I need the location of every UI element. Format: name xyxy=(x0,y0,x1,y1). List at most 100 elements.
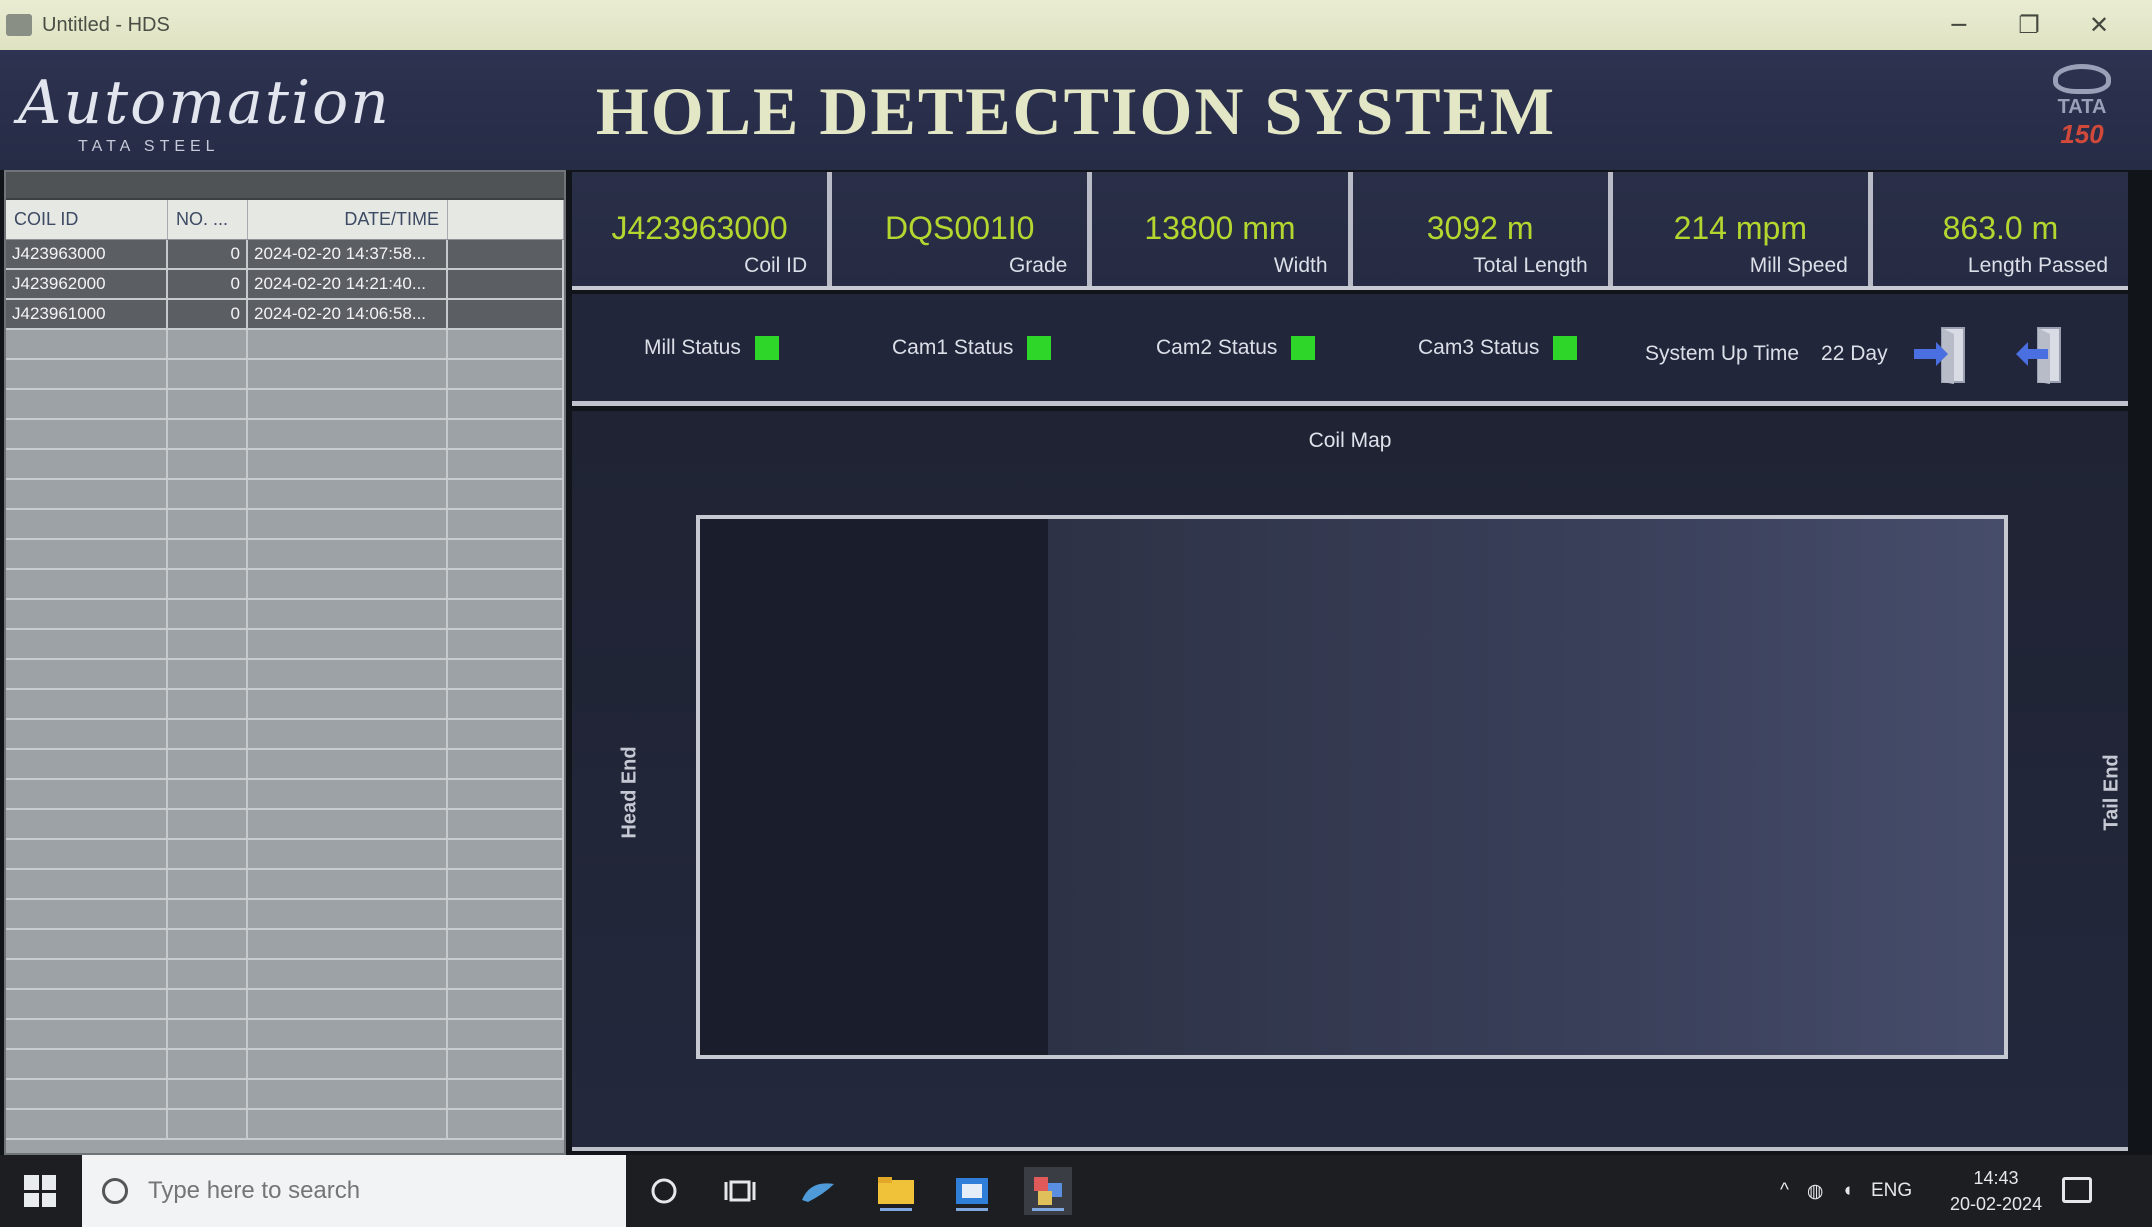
empty-cell xyxy=(248,360,448,388)
cell-extra xyxy=(448,300,564,328)
empty-cell xyxy=(168,750,248,778)
empty-cell xyxy=(448,840,564,868)
language-indicator[interactable]: ENG xyxy=(1871,1180,1912,1202)
empty-cell xyxy=(248,570,448,598)
column-header-no[interactable]: NO. ... xyxy=(168,200,248,239)
taskbar-search-input[interactable] xyxy=(148,1177,568,1205)
empty-cell xyxy=(6,810,168,838)
table-row-empty xyxy=(6,960,564,990)
empty-cell xyxy=(248,960,448,988)
empty-cell xyxy=(168,570,248,598)
info-coil-id: J423963000 Coil ID xyxy=(572,172,833,286)
empty-cell xyxy=(168,990,248,1018)
empty-cell xyxy=(6,630,168,658)
tata-logo: TATA 150 xyxy=(2042,64,2122,160)
clock-date: 20-02-2024 xyxy=(1950,1194,2043,1214)
empty-cell xyxy=(168,390,248,418)
window-title: Untitled - HDS xyxy=(42,13,170,36)
minimize-button[interactable]: ─ xyxy=(1924,0,1994,50)
taskbar-search[interactable] xyxy=(82,1155,626,1227)
empty-cell xyxy=(168,420,248,448)
empty-cell xyxy=(6,690,168,718)
volume-icon[interactable]: ◖ xyxy=(1842,1180,1853,1202)
logout-door-icon xyxy=(2016,327,2061,384)
empty-cell xyxy=(448,330,564,358)
task-view-button[interactable] xyxy=(716,1167,764,1215)
taskbar-app-hds[interactable] xyxy=(1024,1167,1072,1215)
table-row[interactable]: J423963000 0 2024-02-20 14:37:58... xyxy=(6,240,564,270)
info-total-length-label: Total Length xyxy=(1473,254,1588,277)
edge-app-icon xyxy=(802,1183,834,1202)
close-button[interactable]: ✕ xyxy=(2064,0,2134,50)
info-total-length: 3092 m Total Length xyxy=(1353,172,1613,286)
taskbar: ^ ◍ ◖ ENG 14:43 20-02-2024 xyxy=(0,1155,2152,1227)
table-row[interactable]: J423961000 0 2024-02-20 14:06:58... xyxy=(6,300,564,330)
hds-app-icon xyxy=(1034,1177,1062,1205)
logout-button[interactable] xyxy=(2012,322,2076,388)
column-header-extra[interactable] xyxy=(448,200,564,239)
empty-cell xyxy=(6,600,168,628)
info-grade-label: Grade xyxy=(1008,254,1068,277)
empty-cell xyxy=(248,420,448,448)
cortana-icon xyxy=(651,1178,677,1204)
window-controls: ─ ❐ ✕ xyxy=(1924,0,2134,50)
table-row-empty xyxy=(6,1080,564,1110)
windows-logo-icon xyxy=(24,1192,39,1207)
empty-cell xyxy=(168,510,248,538)
info-mill-speed-value: 214 mpm xyxy=(1673,210,1807,246)
empty-cell xyxy=(448,630,564,658)
folder-icon xyxy=(878,1177,914,1204)
cell-extra xyxy=(448,270,564,298)
cortana-button[interactable] xyxy=(640,1167,688,1215)
cell-no: 0 xyxy=(168,300,248,328)
empty-cell xyxy=(248,990,448,1018)
windows-logo-icon xyxy=(24,1175,39,1190)
empty-cell xyxy=(448,480,564,508)
coil-map-canvas[interactable] xyxy=(696,515,2008,1059)
empty-cell xyxy=(168,480,248,508)
taskbar-clock[interactable]: 14:43 20-02-2024 xyxy=(1950,1165,2042,1217)
network-globe-icon[interactable]: ◍ xyxy=(1807,1180,1824,1203)
table-row-empty xyxy=(6,870,564,900)
chevron-up-icon[interactable]: ^ xyxy=(1780,1180,1789,1202)
column-header-coil-id[interactable]: COIL ID xyxy=(6,200,168,239)
empty-cell xyxy=(248,540,448,568)
column-header-datetime[interactable]: DATE/TIME xyxy=(248,200,448,239)
empty-cell xyxy=(248,810,448,838)
table-row-empty xyxy=(6,330,564,360)
notification-center-icon[interactable] xyxy=(2062,1177,2092,1203)
empty-cell xyxy=(6,480,168,508)
table-row-empty xyxy=(6,780,564,810)
empty-cell xyxy=(248,510,448,538)
empty-cell xyxy=(6,660,168,688)
info-length-passed-value: 863.0 m xyxy=(1942,210,2059,246)
empty-cell xyxy=(448,1080,564,1108)
coil-map-processed-region xyxy=(1048,519,2004,1055)
info-length-passed-label: Length Passed xyxy=(1967,254,2109,277)
taskbar-app-file-explorer[interactable] xyxy=(872,1167,920,1215)
cell-datetime: 2024-02-20 14:06:58... xyxy=(248,300,448,328)
restore-button[interactable]: ❐ xyxy=(1994,0,2064,50)
cam1-status: Cam1 Status xyxy=(892,336,1052,360)
info-mill-speed-label: Mill Speed xyxy=(1749,254,1848,277)
empty-cell xyxy=(448,870,564,898)
table-row[interactable]: J423962000 0 2024-02-20 14:21:40... xyxy=(6,270,564,300)
cam2-status: Cam2 Status xyxy=(1156,336,1316,360)
empty-cell xyxy=(448,930,564,958)
cam2-status-indicator-icon xyxy=(1291,336,1316,360)
empty-cell xyxy=(168,930,248,958)
login-button[interactable] xyxy=(1912,322,1976,388)
empty-cell xyxy=(248,1050,448,1078)
empty-cell xyxy=(448,720,564,748)
taskbar-app-edge[interactable] xyxy=(794,1167,842,1215)
start-button[interactable] xyxy=(24,1175,56,1207)
empty-cell xyxy=(168,720,248,748)
table-row-empty xyxy=(6,900,564,930)
taskbar-app-window[interactable] xyxy=(948,1167,996,1215)
coil-history-panel: COIL ID NO. ... DATE/TIME J423963000 0 2… xyxy=(4,170,566,1155)
table-row-empty xyxy=(6,600,564,630)
empty-cell xyxy=(248,630,448,658)
table-row-empty xyxy=(6,540,564,570)
windows-logo-icon xyxy=(41,1192,56,1207)
empty-cell xyxy=(448,360,564,388)
